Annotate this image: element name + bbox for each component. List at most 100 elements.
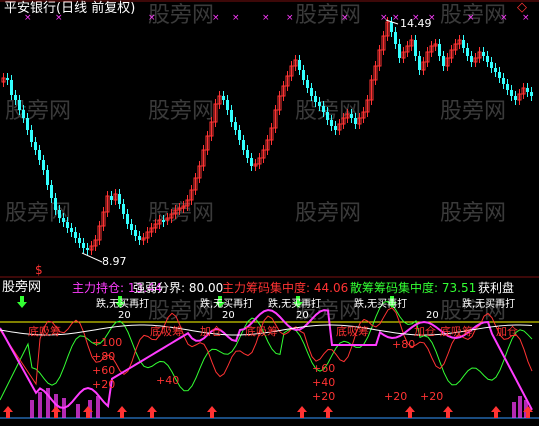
green-number-text: 20	[426, 310, 439, 321]
candle-down	[30, 130, 33, 142]
red-tag-text: 底吸筹	[245, 324, 278, 338]
num-20-text: +20	[420, 390, 443, 403]
main-concentration-value: 44.06	[313, 281, 349, 295]
signal-dollar-icon: $	[35, 263, 43, 277]
volume-bar	[38, 392, 42, 418]
chart-canvas[interactable]: 股旁网 股旁网 股旁网 股旁网 股旁网 股旁网 股旁网 股旁网 股旁网 股旁网 …	[0, 0, 539, 422]
candle-down	[498, 72, 501, 78]
candle-down	[162, 220, 165, 222]
diamond-icon[interactable]: ◇	[517, 1, 527, 15]
candle-down	[530, 92, 533, 96]
green-tag-text: 跌,无买再打	[96, 297, 149, 310]
red-tag-text: 底吸筹	[440, 324, 473, 338]
buy-arrow-icon	[207, 406, 217, 418]
candle-down	[330, 120, 333, 126]
top-marker-x-icon: ×	[148, 13, 156, 23]
watermark-text: 股旁网	[295, 3, 361, 28]
candle-down	[502, 78, 505, 84]
num-60-text: +60	[92, 364, 115, 377]
candle-down	[66, 222, 69, 228]
volume-bar	[76, 404, 80, 418]
candle-down	[390, 22, 393, 32]
candle-down	[50, 185, 53, 198]
strength-boundary-value: 80.00	[188, 281, 224, 295]
volume-bar	[518, 396, 522, 418]
candle-down	[318, 102, 321, 106]
candle-down	[242, 140, 245, 150]
candle-down	[54, 198, 57, 210]
volume-bar	[46, 388, 50, 418]
indicator-legend: 强弱分界: 80.00	[133, 281, 223, 295]
candle-down	[10, 80, 13, 95]
candle-down	[22, 110, 25, 118]
watermark-text: 股旁网	[440, 99, 506, 124]
candle-down	[130, 224, 133, 230]
stock-title: 平安银行(日线 前复权)	[4, 1, 136, 16]
candle-down	[298, 60, 301, 70]
volume-bar	[512, 402, 516, 418]
buy-arrow-icon	[297, 406, 307, 418]
top-marker-x-icon: ×	[392, 13, 400, 23]
top-marker-x-icon: ×	[262, 13, 270, 23]
high-price-label: 14.49	[400, 17, 432, 30]
candle-down	[306, 80, 309, 88]
red-tag-alt-text: 加仓	[414, 324, 436, 338]
green-number-text: 20	[296, 310, 309, 321]
candle-down	[494, 68, 497, 72]
candle-down	[442, 56, 445, 66]
green-tag-text: 跌,无买再打	[268, 297, 321, 310]
candle-down	[510, 90, 513, 96]
candle-down	[418, 56, 421, 70]
candle-down	[302, 70, 305, 80]
top-marker-x-icon: ×	[286, 13, 294, 23]
candle-down	[354, 118, 357, 124]
watermark-text: 股旁网	[148, 3, 214, 28]
volume-bar	[96, 396, 100, 418]
candle-down	[226, 100, 229, 110]
retail-concentration-value: 73.51	[441, 281, 477, 295]
candle-down	[310, 88, 313, 96]
candle-down	[238, 130, 241, 140]
candle-down	[470, 56, 473, 62]
watermark-text: 股旁网	[440, 201, 506, 226]
candle-down	[490, 62, 493, 68]
candle-down	[122, 204, 125, 214]
red-tag-alt-text: 加仓	[200, 324, 222, 338]
top-marker-x-icon: ×	[341, 13, 349, 23]
indicator-source: 股旁网	[2, 280, 42, 295]
candle-down	[506, 84, 509, 90]
candle-down	[514, 96, 517, 100]
low-annotation: 8.97	[81, 252, 127, 268]
candle-down	[486, 56, 489, 62]
candle-down	[126, 214, 129, 224]
green-tag-text: 跌,无买再打	[200, 297, 253, 310]
volume-bar	[62, 398, 66, 418]
sell-arrow-icon	[17, 296, 27, 308]
indicator-legend: 散筹筹码集中度: 73.51	[350, 281, 476, 295]
red-tag-text: 底吸筹	[336, 324, 369, 338]
retail-concentration-label: 散筹筹码集中度:	[350, 281, 439, 295]
candle-down	[110, 196, 113, 200]
candle-down	[398, 44, 401, 58]
num-60-text: +60	[312, 362, 335, 375]
candle-down	[414, 40, 417, 56]
buy-arrow-icon	[405, 406, 415, 418]
candle-down	[26, 118, 29, 130]
num-20-text: +20	[92, 378, 115, 391]
candle-down	[222, 96, 225, 100]
buy-arrow-icon	[147, 406, 157, 418]
watermark-text: 股旁网	[295, 201, 361, 226]
top-marker-x-icon: ×	[467, 13, 475, 23]
candle-down	[38, 150, 41, 160]
top-marker-x-icon: ×	[212, 13, 220, 23]
candle-down	[82, 243, 85, 248]
buy-arrow-icon	[491, 406, 501, 418]
top-marker-x-icon: ×	[500, 13, 508, 23]
candle-down	[86, 248, 89, 250]
candle-down	[62, 218, 65, 222]
num-20-text: +20	[312, 390, 335, 403]
buy-arrow-icon	[443, 406, 453, 418]
low-price-label: 8.97	[102, 255, 127, 268]
candle-down	[18, 100, 21, 110]
candle-down	[42, 160, 45, 170]
